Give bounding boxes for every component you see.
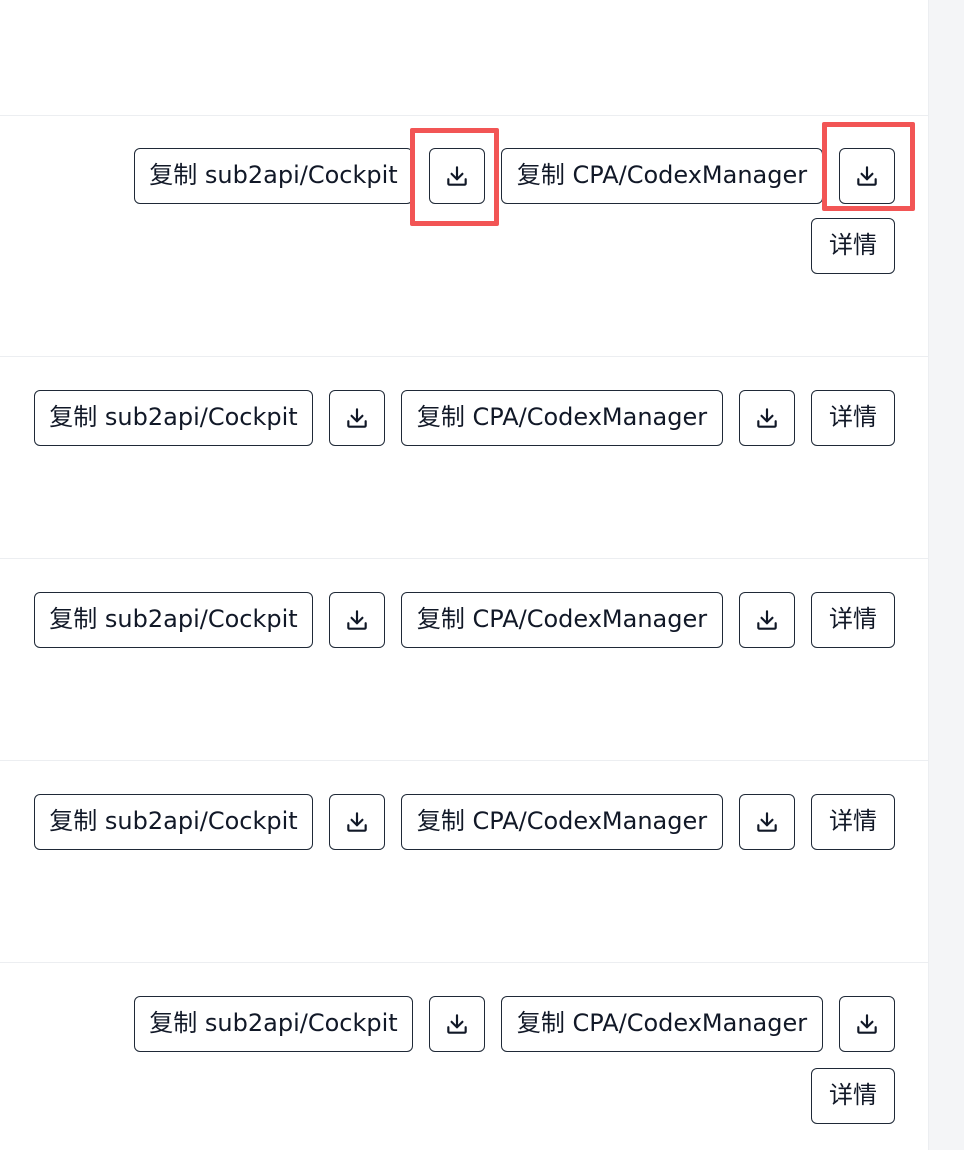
download-icon [757, 408, 777, 428]
row-divider [0, 356, 928, 357]
row-divider [0, 115, 928, 116]
row-divider [0, 760, 928, 761]
download-sub2api-button[interactable] [329, 592, 385, 648]
detail-button[interactable]: 详情 [811, 390, 895, 446]
download-cpa-button[interactable] [839, 148, 895, 204]
row-divider [0, 558, 928, 559]
download-sub2api-button[interactable] [429, 996, 485, 1052]
download-cpa-button[interactable] [739, 794, 795, 850]
scrollbar-track[interactable] [928, 0, 964, 1150]
page: 复制 sub2api/Cockpit 复制 CPA/CodexManager 详… [0, 0, 964, 1150]
download-icon [447, 1014, 467, 1034]
download-sub2api-button[interactable] [429, 148, 485, 204]
download-sub2api-button[interactable] [329, 794, 385, 850]
copy-sub2api-button[interactable]: 复制 sub2api/Cockpit [34, 592, 313, 648]
detail-button[interactable]: 详情 [811, 592, 895, 648]
download-cpa-button[interactable] [739, 592, 795, 648]
download-sub2api-button[interactable] [329, 390, 385, 446]
copy-cpa-button[interactable]: 复制 CPA/CodexManager [401, 592, 723, 648]
copy-sub2api-button[interactable]: 复制 sub2api/Cockpit [34, 794, 313, 850]
download-icon [347, 812, 367, 832]
detail-button[interactable]: 详情 [811, 794, 895, 850]
download-icon [347, 610, 367, 630]
row-divider [0, 962, 928, 963]
download-icon [347, 408, 367, 428]
copy-sub2api-button[interactable]: 复制 sub2api/Cockpit [134, 996, 413, 1052]
account-list: 复制 sub2api/Cockpit 复制 CPA/CodexManager 详… [0, 0, 928, 1150]
copy-cpa-button[interactable]: 复制 CPA/CodexManager [501, 148, 823, 204]
download-icon [757, 812, 777, 832]
download-icon [757, 610, 777, 630]
copy-cpa-button[interactable]: 复制 CPA/CodexManager [501, 996, 823, 1052]
copy-sub2api-button[interactable]: 复制 sub2api/Cockpit [134, 148, 413, 204]
detail-button[interactable]: 详情 [811, 1068, 895, 1124]
download-icon [857, 166, 877, 186]
download-icon [857, 1014, 877, 1034]
detail-button[interactable]: 详情 [811, 218, 895, 274]
download-icon [447, 166, 467, 186]
copy-cpa-button[interactable]: 复制 CPA/CodexManager [401, 390, 723, 446]
copy-sub2api-button[interactable]: 复制 sub2api/Cockpit [34, 390, 313, 446]
download-cpa-button[interactable] [839, 996, 895, 1052]
download-cpa-button[interactable] [739, 390, 795, 446]
copy-cpa-button[interactable]: 复制 CPA/CodexManager [401, 794, 723, 850]
